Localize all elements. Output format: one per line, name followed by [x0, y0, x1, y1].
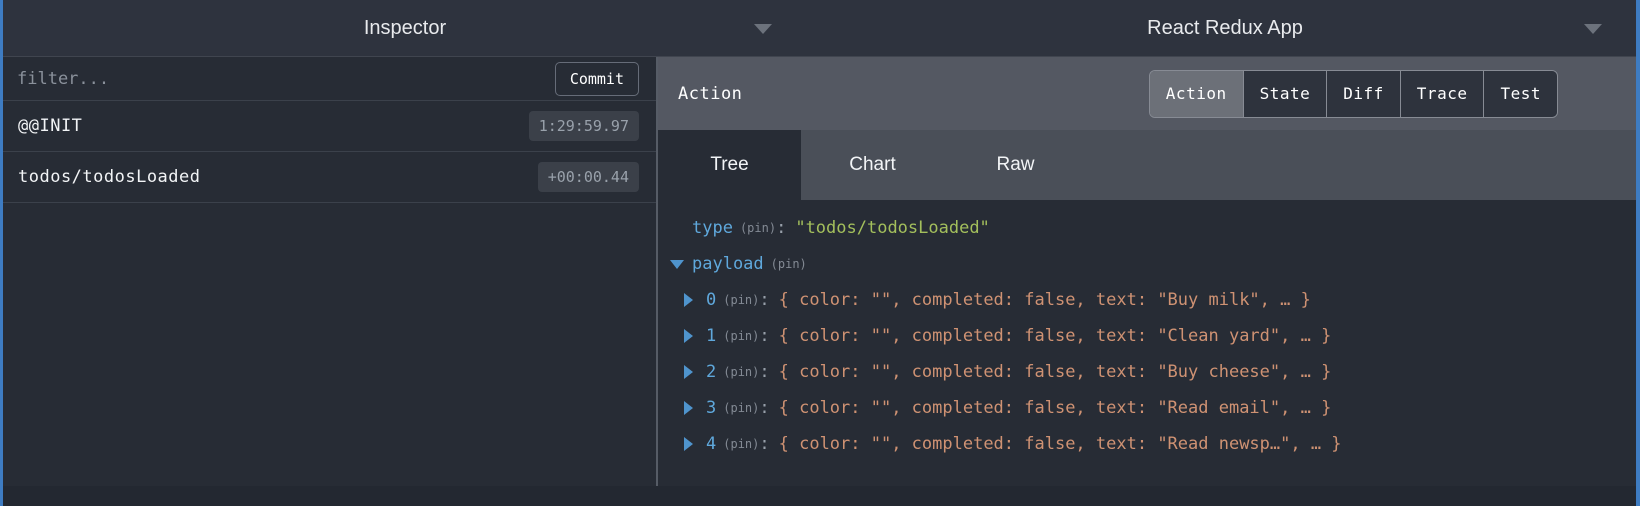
- object-preview: { color: "", completed: false, text: "Bu…: [779, 362, 1332, 382]
- filter-bar: Commit: [0, 57, 656, 101]
- pin-label[interactable]: (pin): [723, 401, 759, 415]
- object-preview: { color: "", completed: false, text: "Bu…: [779, 290, 1311, 310]
- monitor-topbar: Inspector React Redux App: [0, 0, 1640, 57]
- tab-action-label: Action: [1166, 84, 1227, 103]
- pin-label[interactable]: (pin): [740, 221, 776, 235]
- tab-test[interactable]: Test: [1483, 71, 1557, 117]
- tree-row-type: type (pin) : "todos/todosLoaded": [670, 210, 1640, 246]
- tree-row-item-2: 2 (pin) : { color: "", completed: false,…: [670, 354, 1640, 390]
- expand-arrow-icon[interactable]: [684, 293, 706, 307]
- chevron-down-icon: [1584, 24, 1602, 34]
- tree-row-item-1: 1 (pin) : { color: "", completed: false,…: [670, 318, 1640, 354]
- expand-arrow-icon[interactable]: [684, 437, 706, 451]
- pin-label[interactable]: (pin): [723, 329, 759, 343]
- action-json-tree: type (pin) : "todos/todosLoaded" payload…: [658, 200, 1640, 506]
- detail-header-title: Action: [658, 84, 742, 104]
- collapse-arrow-icon[interactable]: [670, 260, 692, 269]
- colon: :: [759, 434, 769, 454]
- tree-string-value: "todos/todosLoaded": [795, 218, 989, 238]
- action-timestamp-badge: +00:00.44: [538, 162, 639, 192]
- tab-diff[interactable]: Diff: [1326, 71, 1400, 117]
- vertical-scrollbar[interactable]: [1636, 0, 1640, 506]
- tree-key[interactable]: 3: [706, 398, 716, 418]
- colon: :: [759, 398, 769, 418]
- expand-arrow-icon[interactable]: [684, 329, 706, 343]
- chevron-down-icon: [754, 24, 772, 34]
- window-left-accent: [0, 0, 3, 506]
- action-list-item-todos-loaded[interactable]: todos/todosLoaded +00:00.44: [0, 152, 656, 203]
- subtab-tree[interactable]: Tree: [658, 130, 801, 200]
- object-preview: { color: "", completed: false, text: "Re…: [779, 434, 1342, 454]
- subtab-raw-label: Raw: [996, 154, 1034, 176]
- tab-action[interactable]: Action: [1150, 71, 1243, 117]
- pin-label[interactable]: (pin): [771, 257, 807, 271]
- colon: :: [759, 362, 769, 382]
- subtab-chart-label: Chart: [849, 154, 895, 176]
- subtab-raw[interactable]: Raw: [944, 130, 1087, 200]
- tab-test-label: Test: [1500, 84, 1541, 103]
- tree-row-item-3: 3 (pin) : { color: "", completed: false,…: [670, 390, 1640, 426]
- tab-diff-label: Diff: [1343, 84, 1384, 103]
- tree-key[interactable]: 4: [706, 434, 716, 454]
- horizontal-scrollbar-track[interactable]: [0, 486, 1640, 506]
- expand-arrow-icon[interactable]: [684, 365, 706, 379]
- subtab-chart[interactable]: Chart: [801, 130, 944, 200]
- detail-tab-group: Action State Diff Trace Test: [1149, 70, 1558, 118]
- action-name: @@INIT: [0, 116, 82, 136]
- monitor-select-label: Inspector: [364, 17, 446, 40]
- colon: :: [776, 218, 786, 238]
- subtab-tree-label: Tree: [710, 154, 748, 176]
- tree-row-item-4: 4 (pin) : { color: "", completed: false,…: [670, 426, 1640, 462]
- redux-devtools-window: Inspector React Redux App Commit @@INIT …: [0, 0, 1640, 506]
- expand-arrow-icon[interactable]: [684, 401, 706, 415]
- colon: :: [759, 326, 769, 346]
- filter-input[interactable]: [0, 69, 555, 89]
- tab-trace-label: Trace: [1417, 84, 1468, 103]
- detail-header: Action Action State Diff Trace T: [658, 57, 1640, 130]
- object-preview: { color: "", completed: false, text: "Cl…: [779, 326, 1332, 346]
- tab-trace[interactable]: Trace: [1400, 71, 1484, 117]
- action-detail-panel: Action Action State Diff Trace T: [658, 57, 1640, 506]
- object-preview: { color: "", completed: false, text: "Re…: [779, 398, 1332, 418]
- monitor-select[interactable]: Inspector: [0, 0, 810, 56]
- action-timestamp-badge: 1:29:59.97: [529, 111, 639, 141]
- instance-select-label: React Redux App: [1147, 17, 1303, 40]
- pin-label[interactable]: (pin): [723, 365, 759, 379]
- tree-key[interactable]: 0: [706, 290, 716, 310]
- tree-row-item-0: 0 (pin) : { color: "", completed: false,…: [670, 282, 1640, 318]
- pin-label[interactable]: (pin): [723, 293, 759, 307]
- tree-key[interactable]: 1: [706, 326, 716, 346]
- action-list-item-init[interactable]: @@INIT 1:29:59.97: [0, 101, 656, 152]
- action-list-panel: Commit @@INIT 1:29:59.97 todos/todosLoad…: [0, 57, 658, 506]
- tab-state[interactable]: State: [1243, 71, 1327, 117]
- tree-row-payload: payload (pin): [670, 246, 1640, 282]
- tab-state-label: State: [1260, 84, 1311, 103]
- commit-button[interactable]: Commit: [555, 62, 639, 96]
- main-split: Commit @@INIT 1:29:59.97 todos/todosLoad…: [0, 57, 1640, 506]
- colon: :: [759, 290, 769, 310]
- action-name: todos/todosLoaded: [0, 167, 201, 187]
- instance-select[interactable]: React Redux App: [810, 0, 1640, 56]
- pin-label[interactable]: (pin): [723, 437, 759, 451]
- tree-key[interactable]: type: [692, 218, 733, 238]
- view-subtab-bar: Tree Chart Raw: [658, 130, 1640, 200]
- tree-key[interactable]: 2: [706, 362, 716, 382]
- tree-key[interactable]: payload: [692, 254, 764, 274]
